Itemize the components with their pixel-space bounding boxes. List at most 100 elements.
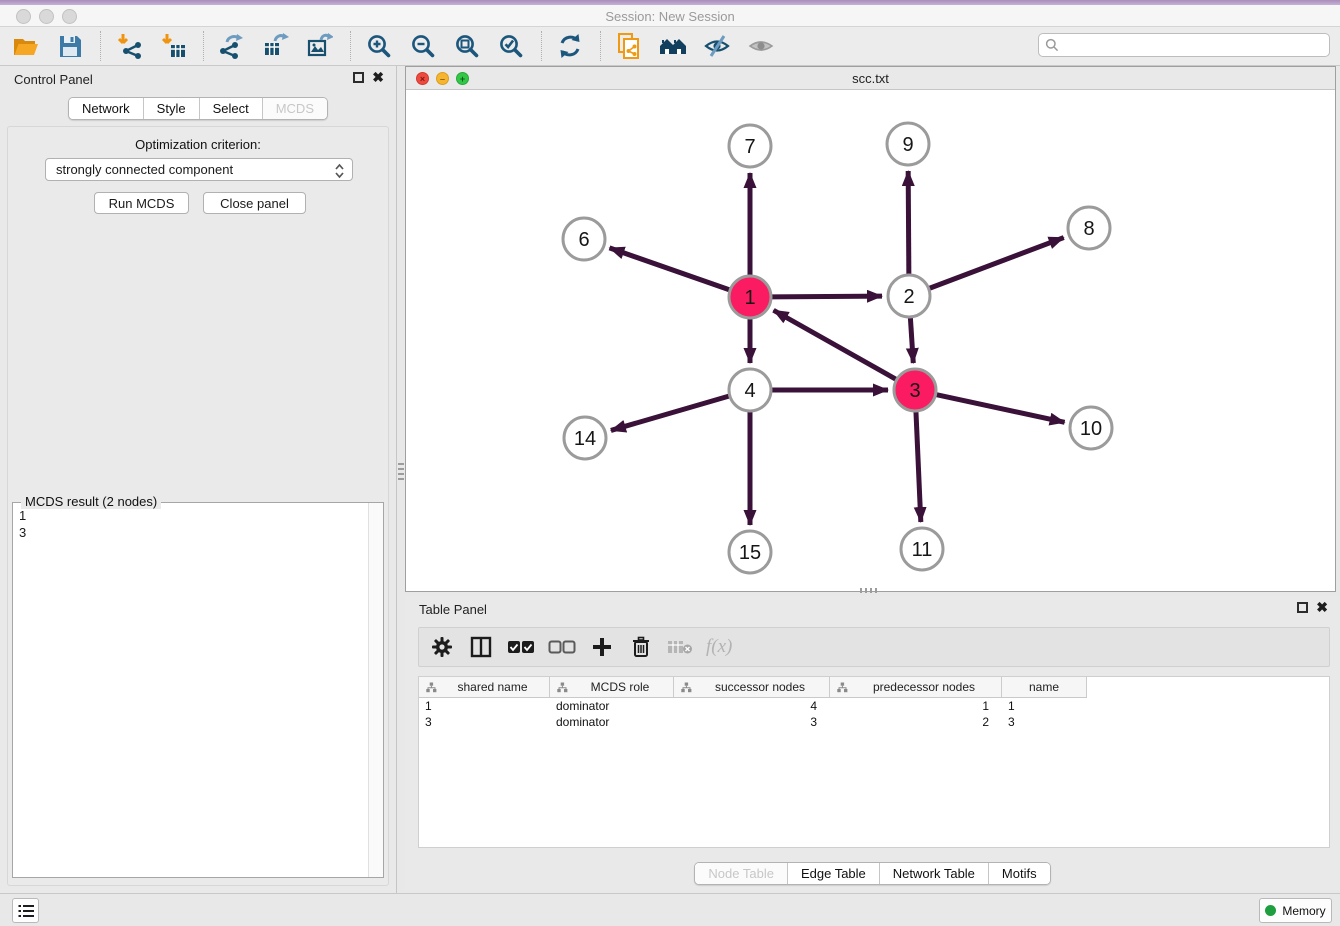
table-options-gear-icon[interactable]: [429, 633, 455, 661]
network-window-titlebar: × – + scc.txt: [406, 67, 1335, 90]
float-table-panel-icon[interactable]: [1297, 602, 1308, 613]
control-panel-tabbar: NetworkStyleSelectMCDS: [68, 97, 328, 120]
open-file-icon[interactable]: [8, 29, 44, 63]
close-table-panel-icon[interactable]: ✖: [1316, 602, 1328, 613]
first-neighbors-icon[interactable]: [655, 29, 691, 63]
graph-node-2[interactable]: 2: [888, 275, 930, 317]
close-panel-button[interactable]: Close panel: [203, 192, 306, 214]
table-cell[interactable]: 1: [830, 699, 1002, 713]
node-label: 15: [739, 542, 761, 564]
result-scrollbar[interactable]: [368, 503, 383, 877]
table-cell[interactable]: dominator: [550, 715, 674, 729]
table-cell[interactable]: 3: [1002, 715, 1087, 729]
node-label: 2: [903, 286, 914, 308]
column-header-mcds-role[interactable]: MCDS role: [550, 677, 674, 697]
delete-table-icon[interactable]: [667, 633, 693, 661]
panel-divider-handle[interactable]: [398, 463, 404, 481]
column-header-predecessor-nodes[interactable]: predecessor nodes: [830, 677, 1002, 697]
table-cell[interactable]: 3: [419, 715, 550, 729]
edge-2-3[interactable]: [910, 318, 913, 363]
zoom-selected-region-icon[interactable]: [493, 29, 529, 63]
graph-node-11[interactable]: 11: [901, 528, 943, 570]
table-row[interactable]: 1dominator411: [419, 698, 1329, 714]
apply-preferred-layout-icon[interactable]: [552, 29, 588, 63]
graph-node-14[interactable]: 14: [564, 417, 606, 459]
table-cell[interactable]: 3: [674, 715, 830, 729]
table-cell[interactable]: 1: [419, 699, 550, 713]
function-builder-icon[interactable]: f(x): [706, 633, 732, 661]
run-mcds-button[interactable]: Run MCDS: [94, 192, 189, 214]
edge-2-8[interactable]: [930, 238, 1064, 289]
edge-3-10[interactable]: [937, 395, 1065, 423]
graph-node-9[interactable]: 9: [887, 123, 929, 165]
node-label: 3: [909, 380, 920, 402]
application-window: Session: New Session: [0, 0, 1340, 926]
select-all-icon[interactable]: [507, 633, 535, 661]
table-tab-node-table[interactable]: Node Table: [695, 863, 787, 884]
table-cell[interactable]: 4: [674, 699, 830, 713]
search-input[interactable]: [1064, 38, 1323, 53]
table-tab-edge-table[interactable]: Edge Table: [787, 863, 879, 884]
deselect-all-icon[interactable]: [548, 633, 576, 661]
import-table-from-file-icon[interactable]: [155, 29, 191, 63]
node-label: 8: [1083, 218, 1094, 240]
network-canvas[interactable]: 7 9 6 8 1 2 4 3 14 10 15 11: [406, 90, 1335, 591]
clone-network-icon[interactable]: [611, 29, 647, 63]
zoom-fit-content-icon[interactable]: [449, 29, 485, 63]
column-sort-icon: [837, 682, 848, 693]
node-table: shared nameMCDS rolesuccessor nodesprede…: [418, 676, 1330, 848]
show-column-icon[interactable]: [468, 633, 494, 661]
criterion-dropdown[interactable]: strongly connected component: [45, 158, 353, 181]
tab-network[interactable]: Network: [69, 98, 143, 119]
edge-4-14[interactable]: [611, 396, 729, 430]
edge-1-6[interactable]: [609, 248, 729, 290]
network-view-window: × – + scc.txt 7 9 6 8 1 2 4 3 14 10 15 11: [405, 66, 1336, 592]
automation-panel-list-icon[interactable]: [12, 898, 39, 923]
show-all-eye-icon[interactable]: [743, 29, 779, 63]
tab-style[interactable]: Style: [143, 98, 199, 119]
search-field[interactable]: [1038, 33, 1330, 57]
zoom-out-icon[interactable]: [405, 29, 441, 63]
table-cell[interactable]: 1: [1002, 699, 1087, 713]
table-header-row: shared nameMCDS rolesuccessor nodesprede…: [419, 677, 1087, 698]
delete-icon[interactable]: [628, 633, 654, 661]
add-icon[interactable]: [589, 633, 615, 661]
tab-mcds[interactable]: MCDS: [262, 98, 327, 119]
zoom-in-icon[interactable]: [361, 29, 397, 63]
table-tab-network-table[interactable]: Network Table: [879, 863, 988, 884]
close-panel-icon[interactable]: ✖: [372, 72, 384, 83]
import-network-from-file-icon[interactable]: [111, 29, 147, 63]
column-header-shared-name[interactable]: shared name: [419, 677, 550, 697]
table-cell[interactable]: dominator: [550, 699, 674, 713]
edge-2-9[interactable]: [908, 171, 909, 274]
tab-select[interactable]: Select: [199, 98, 262, 119]
edge-1-2[interactable]: [772, 296, 882, 297]
edge-3-11[interactable]: [916, 412, 921, 522]
float-panel-icon[interactable]: [353, 72, 364, 83]
panel-divider-handle[interactable]: [860, 588, 878, 593]
hide-selected-eye-icon[interactable]: [699, 29, 735, 63]
column-header-name[interactable]: name: [1002, 677, 1087, 697]
graph-node-8[interactable]: 8: [1068, 207, 1110, 249]
graph-node-15[interactable]: 15: [729, 531, 771, 573]
graph-node-7[interactable]: 7: [729, 125, 771, 167]
search-icon: [1045, 38, 1059, 52]
save-session-icon[interactable]: [52, 29, 88, 63]
graph-node-4[interactable]: 4: [729, 369, 771, 411]
column-header-successor-nodes[interactable]: successor nodes: [674, 677, 830, 697]
memory-label: Memory: [1282, 904, 1325, 918]
graph-node-1[interactable]: 1: [729, 276, 771, 318]
export-network-icon[interactable]: [214, 29, 250, 63]
graph-node-10[interactable]: 10: [1070, 407, 1112, 449]
table-row[interactable]: 3dominator323: [419, 714, 1329, 730]
export-image-icon[interactable]: [302, 29, 338, 63]
export-table-icon[interactable]: [258, 29, 294, 63]
edge-3-1[interactable]: [774, 310, 896, 379]
network-title: scc.txt: [406, 71, 1335, 86]
table-tab-motifs[interactable]: Motifs: [988, 863, 1050, 884]
memory-button[interactable]: Memory: [1259, 898, 1332, 923]
control-panel: Control Panel ✖ NetworkStyleSelectMCDS O…: [0, 66, 397, 893]
graph-node-3[interactable]: 3: [894, 369, 936, 411]
table-cell[interactable]: 2: [830, 715, 1002, 729]
graph-node-6[interactable]: 6: [563, 218, 605, 260]
